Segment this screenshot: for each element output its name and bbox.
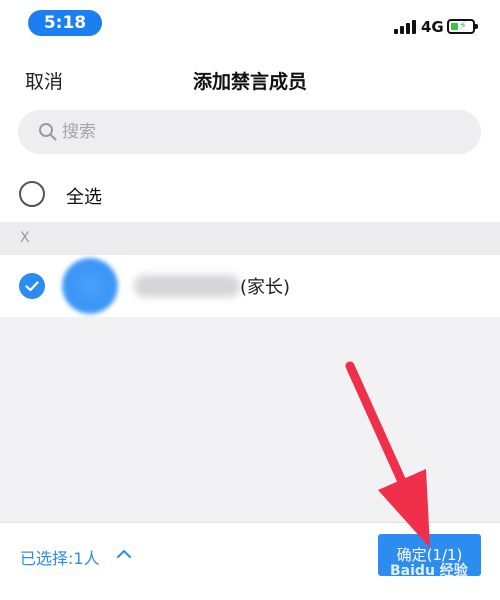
member-role: (家长) [240, 277, 291, 298]
nav-bar: 添加禁言成员 取消 [0, 50, 500, 108]
status-bar: 5:18 4G ⚡ [0, 0, 500, 50]
select-all-label: 全选 [66, 187, 102, 208]
network-label: 4G [421, 18, 444, 36]
chevron-up-icon[interactable] [116, 546, 132, 562]
list-item[interactable]: (家长) [0, 255, 500, 317]
watermark: Baidu 经验 [390, 563, 468, 579]
search-box[interactable] [18, 110, 481, 154]
member-name-redacted [134, 275, 240, 297]
status-time: 5:18 [28, 10, 102, 36]
select-all-radio[interactable] [19, 181, 45, 207]
search-icon [39, 123, 57, 141]
signal-icon [394, 20, 416, 34]
checkmark-icon [25, 281, 39, 292]
cancel-button[interactable]: 取消 [25, 67, 63, 94]
search-section [0, 108, 500, 168]
battery-icon: ⚡ [447, 19, 478, 34]
search-input[interactable] [62, 110, 462, 154]
member-checkbox[interactable] [19, 273, 45, 299]
select-all-row[interactable]: 全选 [0, 168, 500, 222]
page-title: 添加禁言成员 [192, 71, 307, 93]
avatar [62, 258, 118, 314]
selected-count[interactable]: 已选择:1人 [20, 545, 100, 569]
section-letter: X [20, 230, 30, 246]
section-header: X [0, 222, 500, 255]
